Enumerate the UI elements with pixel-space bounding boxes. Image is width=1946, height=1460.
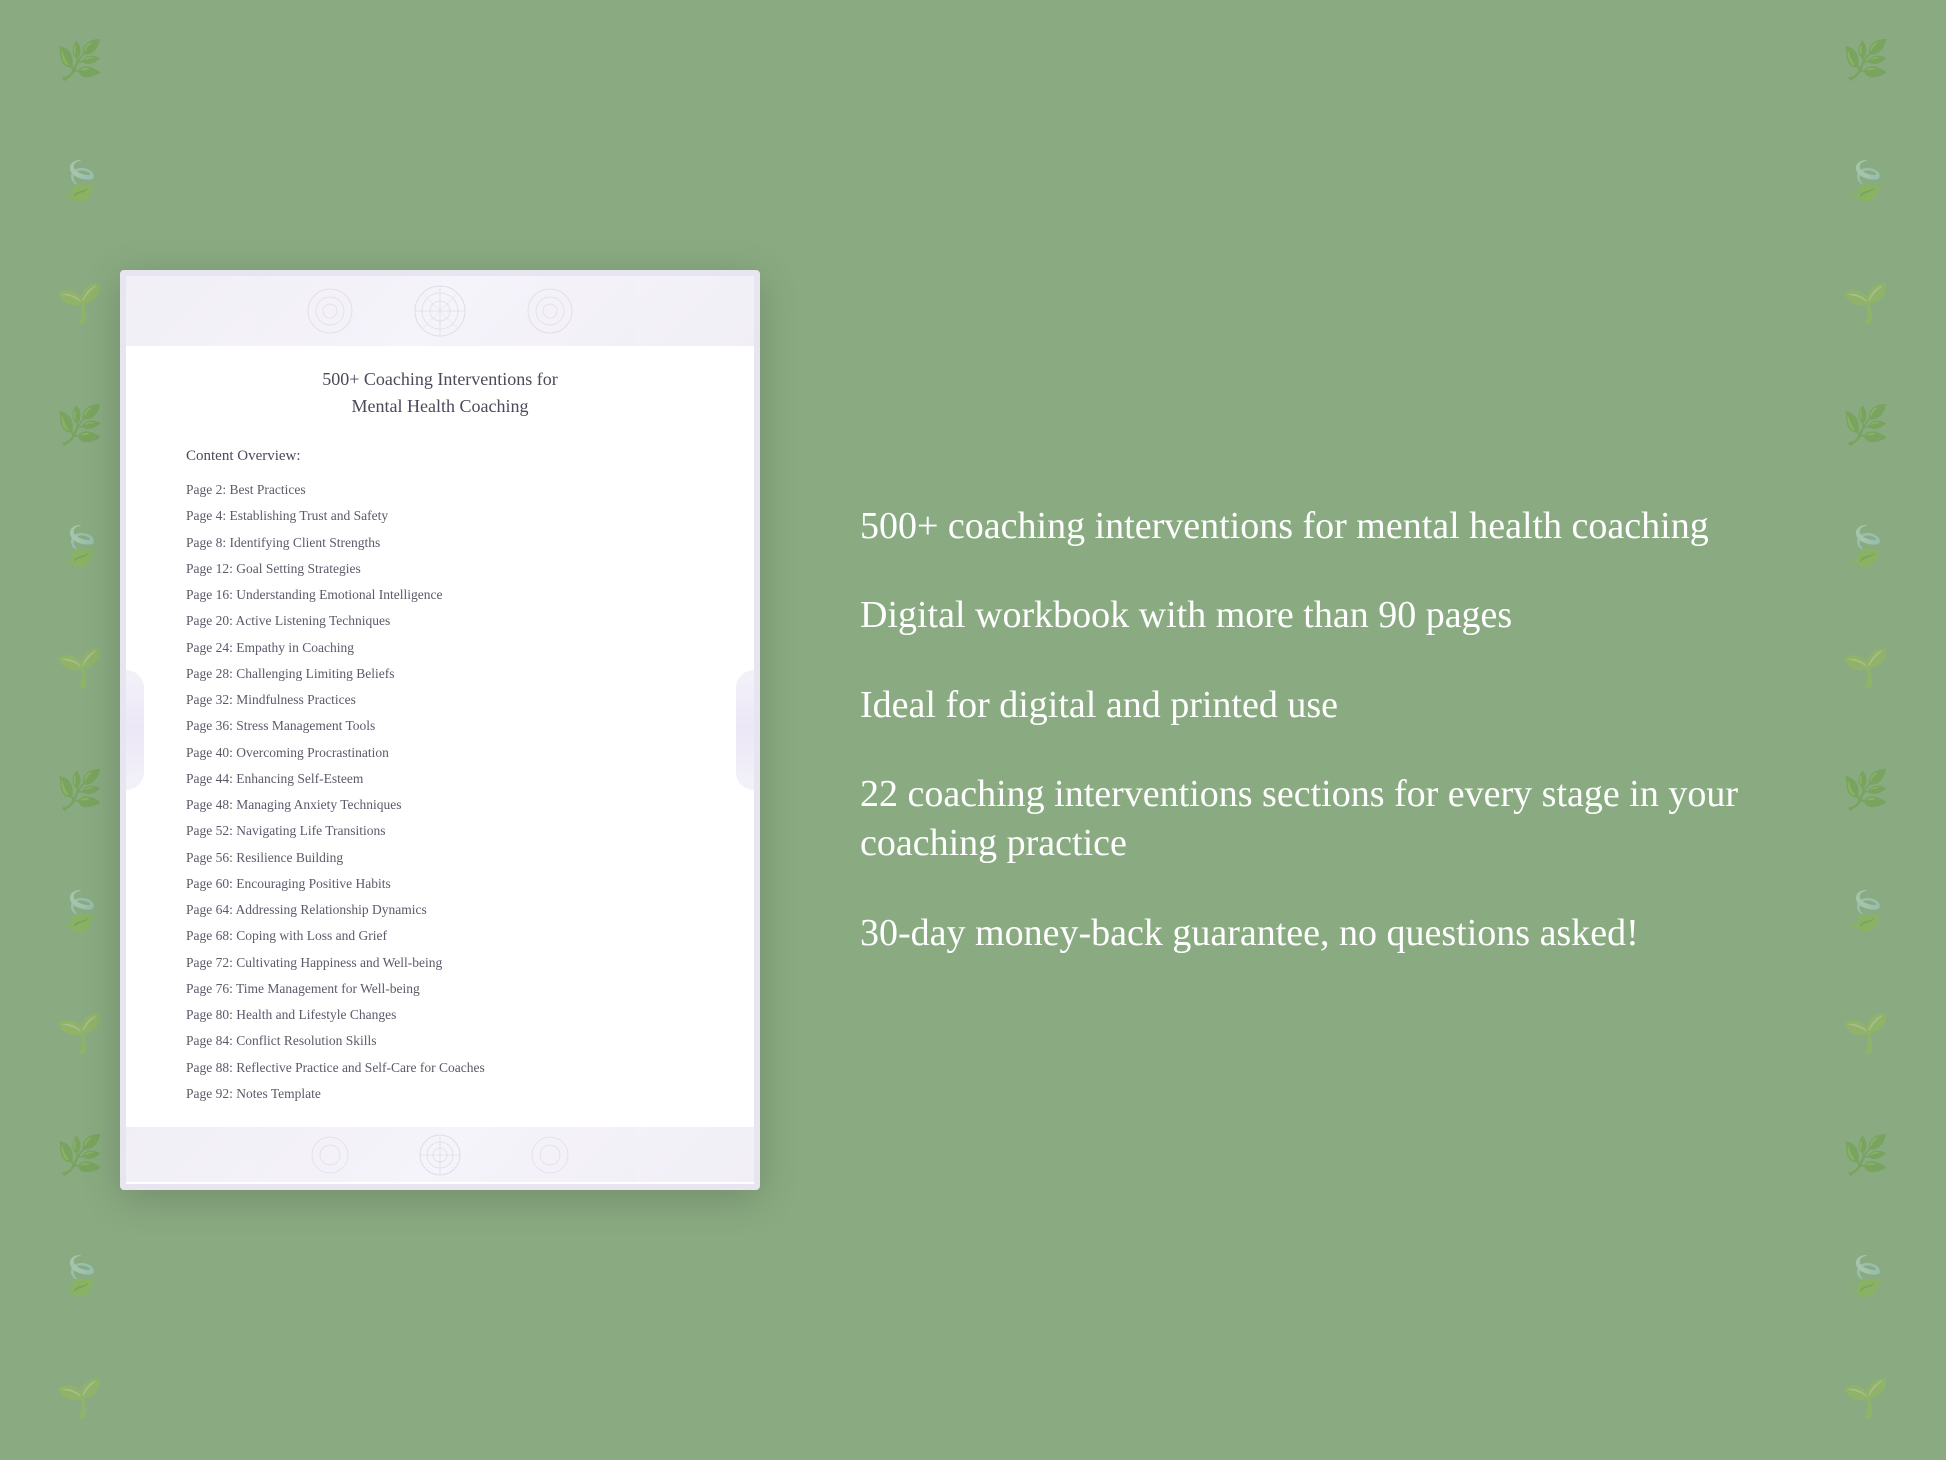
leaf-decoration: 🌿	[56, 1137, 103, 1175]
leaf-decoration: 🌿	[56, 772, 103, 810]
feature-item: 30-day money-back guarantee, no question…	[860, 909, 1826, 958]
doc-title-line1: 500+ Coaching Interventions for	[322, 369, 558, 389]
toc-page-number: Page 16:	[186, 587, 233, 602]
toc-item: Page 36: Stress Management Tools	[186, 713, 694, 739]
leaf-decoration: 🌿	[1842, 1137, 1889, 1175]
toc-page-number: Page 88:	[186, 1060, 233, 1075]
leaf-decoration: 🌿	[56, 407, 103, 445]
toc-page-number: Page 64:	[186, 902, 233, 917]
toc-item: Page 16: Understanding Emotional Intelli…	[186, 582, 694, 608]
leaf-decoration: 🌱	[56, 1015, 103, 1053]
document-card: 500+ Coaching Interventions for Mental H…	[120, 270, 760, 1190]
toc-page-number: Page 4:	[186, 508, 226, 523]
document-content: 500+ Coaching Interventions for Mental H…	[126, 346, 754, 1127]
toc-page-number: Page 68:	[186, 928, 233, 943]
toc-item: Page 32: Mindfulness Practices	[186, 687, 694, 713]
leaf-decoration: 🌿	[1842, 42, 1889, 80]
toc-item: Page 20: Active Listening Techniques	[186, 608, 694, 634]
toc-item: Page 2: Best Practices	[186, 477, 694, 503]
toc-page-number: Page 40:	[186, 745, 233, 760]
leaf-decoration: 🌱	[1842, 1015, 1889, 1053]
toc-page-number: Page 92:	[186, 1086, 233, 1101]
toc-item: Page 28: Challenging Limiting Beliefs	[186, 661, 694, 687]
toc-page-number: Page 24:	[186, 640, 233, 655]
toc-page-number: Page 80:	[186, 1007, 233, 1022]
leaf-decoration: 🌱	[56, 1380, 103, 1418]
toc-item: Page 24: Empathy in Coaching	[186, 635, 694, 661]
main-layout: 500+ Coaching Interventions for Mental H…	[0, 210, 1946, 1250]
leaf-decoration: 🍃	[1842, 893, 1889, 931]
toc-item: Page 92: Notes Template	[186, 1081, 694, 1107]
toc-item: Page 80: Health and Lifestyle Changes	[186, 1002, 694, 1028]
leaf-decoration: 🌱	[1842, 650, 1889, 688]
leaf-decoration: 🌿	[56, 42, 103, 80]
leaf-decoration: 🍃	[56, 163, 103, 201]
leaf-decoration: 🍃	[1842, 1258, 1889, 1296]
toc-page-number: Page 20:	[186, 613, 233, 628]
doc-title-line2: Mental Health Coaching	[352, 396, 529, 416]
toc-item: Page 68: Coping with Loss and Grief	[186, 923, 694, 949]
leaf-decoration: 🍃	[56, 1258, 103, 1296]
mandala-top-svg	[270, 281, 610, 341]
side-decoration-left	[120, 670, 144, 790]
toc-item: Page 72: Cultivating Happiness and Well-…	[186, 950, 694, 976]
toc-page-number: Page 52:	[186, 823, 233, 838]
features-panel: 500+ coaching interventions for mental h…	[840, 502, 1826, 958]
leaf-decoration: 🍃	[1842, 163, 1889, 201]
leaf-decoration: 🍃	[56, 893, 103, 931]
toc-item: Page 44: Enhancing Self-Esteem	[186, 766, 694, 792]
leaf-decoration: 🌱	[1842, 1380, 1889, 1418]
toc-page-number: Page 8:	[186, 535, 226, 550]
toc-item: Page 4: Establishing Trust and Safety	[186, 503, 694, 529]
toc-item: Page 56: Resilience Building	[186, 845, 694, 871]
leaf-decoration: 🌿	[1842, 772, 1889, 810]
document-title: 500+ Coaching Interventions for Mental H…	[186, 366, 694, 420]
toc-page-number: Page 76:	[186, 981, 233, 996]
leaf-decoration: 🌱	[56, 285, 103, 323]
toc-page-number: Page 2:	[186, 482, 226, 497]
side-decoration-right	[736, 670, 760, 790]
toc-page-number: Page 84:	[186, 1033, 233, 1048]
feature-item: 500+ coaching interventions for mental h…	[860, 502, 1826, 551]
table-of-contents: Page 2: Best PracticesPage 4: Establishi…	[186, 477, 694, 1107]
leaf-decoration: 🌱	[56, 650, 103, 688]
toc-page-number: Page 44:	[186, 771, 233, 786]
leaf-decoration: 🌿	[1842, 407, 1889, 445]
toc-page-number: Page 32:	[186, 692, 233, 707]
toc-item: Page 12: Goal Setting Strategies	[186, 556, 694, 582]
toc-page-number: Page 36:	[186, 718, 233, 733]
mandala-bottom-svg	[270, 1130, 610, 1180]
toc-item: Page 64: Addressing Relationship Dynamic…	[186, 897, 694, 923]
toc-page-number: Page 28:	[186, 666, 233, 681]
toc-item: Page 48: Managing Anxiety Techniques	[186, 792, 694, 818]
toc-item: Page 60: Encouraging Positive Habits	[186, 871, 694, 897]
feature-item: Ideal for digital and printed use	[860, 681, 1826, 730]
toc-item: Page 40: Overcoming Procrastination	[186, 740, 694, 766]
doc-top-decoration	[126, 276, 754, 346]
feature-item: 22 coaching interventions sections for e…	[860, 770, 1826, 869]
toc-item: Page 8: Identifying Client Strengths	[186, 530, 694, 556]
content-overview-label: Content Overview:	[186, 448, 694, 465]
toc-item: Page 88: Reflective Practice and Self-Ca…	[186, 1055, 694, 1081]
toc-page-number: Page 60:	[186, 876, 233, 891]
toc-page-number: Page 56:	[186, 850, 233, 865]
feature-item: Digital workbook with more than 90 pages	[860, 591, 1826, 640]
leaf-decoration: 🍃	[56, 528, 103, 566]
right-leaf-border: 🌿 🍃 🌱 🌿 🍃 🌱 🌿 🍃 🌱 🌿 🍃 🌱	[1786, 0, 1946, 1460]
doc-bottom-decoration	[126, 1127, 754, 1182]
toc-page-number: Page 48:	[186, 797, 233, 812]
toc-item: Page 84: Conflict Resolution Skills	[186, 1028, 694, 1054]
leaf-decoration: 🍃	[1842, 528, 1889, 566]
leaf-decoration: 🌱	[1842, 285, 1889, 323]
toc-item: Page 52: Navigating Life Transitions	[186, 818, 694, 844]
toc-item: Page 76: Time Management for Well-being	[186, 976, 694, 1002]
toc-page-number: Page 12:	[186, 561, 233, 576]
toc-page-number: Page 72:	[186, 955, 233, 970]
